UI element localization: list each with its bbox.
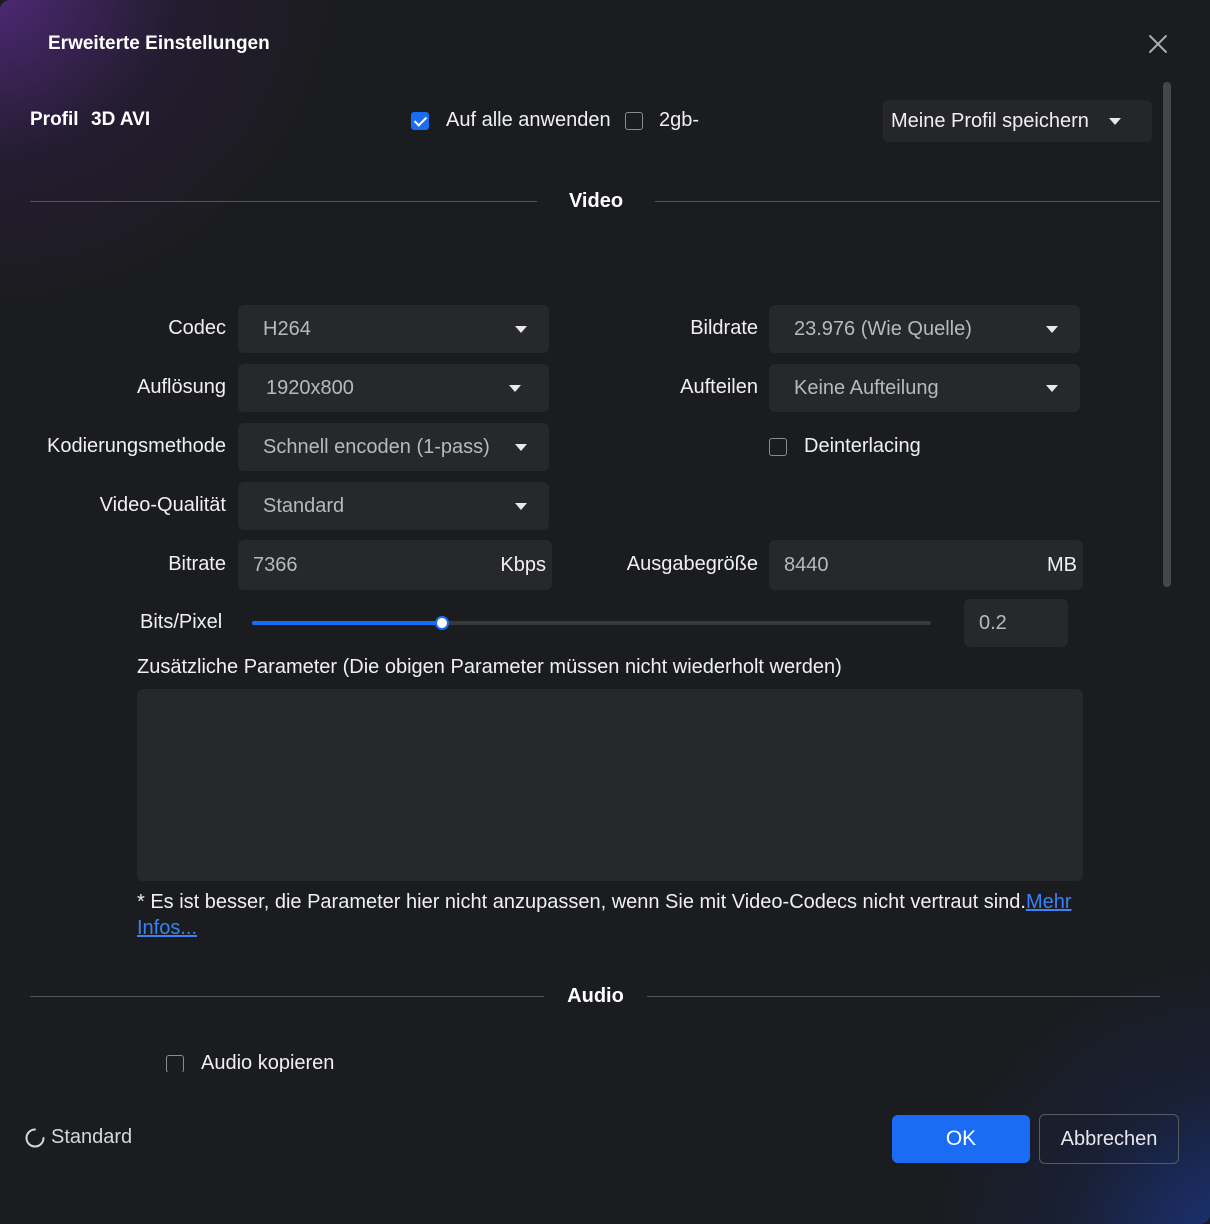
- profile-name: 3D AVI: [91, 109, 151, 130]
- profile-label: Profil: [30, 109, 79, 130]
- output-size-value: 8440: [784, 554, 829, 576]
- resolution-value: 1920x800: [266, 377, 354, 399]
- encoding-method-select[interactable]: Schnell encoden (1-pass): [238, 423, 549, 471]
- bitrate-label: Bitrate: [168, 553, 226, 575]
- frame-rate-value: 23.976 (Wie Quelle): [794, 318, 972, 340]
- frame-rate-label: Bildrate: [690, 317, 758, 339]
- save-profile-label: Meine Profil speichern: [891, 110, 1089, 132]
- encoding-method-value: Schnell encoden (1-pass): [263, 436, 490, 458]
- bitrate-input[interactable]: 7366 Kbps: [238, 540, 552, 590]
- bits-per-pixel-label: Bits/Pixel: [140, 611, 223, 633]
- codec-note: * Es ist besser, die Parameter hier nich…: [137, 889, 1077, 941]
- note-text: * Es ist besser, die Parameter hier nich…: [137, 891, 1026, 913]
- encoding-method-label: Kodierungsmethode: [46, 435, 226, 457]
- resolution-select[interactable]: 1920x800: [238, 364, 549, 412]
- split-value: Keine Aufteilung: [794, 377, 939, 399]
- section-divider: [655, 201, 1160, 202]
- codec-select[interactable]: H264: [238, 305, 549, 353]
- split-2gb-checkbox[interactable]: [625, 112, 643, 130]
- video-quality-label: Video-Qualität: [99, 494, 226, 516]
- chevron-down-icon: [1046, 385, 1058, 392]
- chevron-down-icon: [509, 385, 521, 392]
- video-quality-select[interactable]: Standard: [238, 482, 549, 530]
- codec-label: Codec: [168, 317, 226, 339]
- dialog-title: Erweiterte Einstellungen: [48, 33, 270, 54]
- section-divider: [647, 996, 1160, 997]
- save-profile-dropdown[interactable]: Meine Profil speichern: [883, 100, 1152, 142]
- split-2gb-label[interactable]: 2gb-: [659, 109, 699, 132]
- output-size-label: Ausgabegröße: [626, 553, 758, 575]
- reset-default-button[interactable]: Standard: [25, 1126, 133, 1149]
- bitrate-unit: Kbps: [500, 554, 546, 576]
- frame-rate-select[interactable]: 23.976 (Wie Quelle): [769, 305, 1080, 353]
- resolution-label: Auflösung: [137, 376, 226, 398]
- codec-value: H264: [263, 318, 311, 340]
- apply-all-label[interactable]: Auf alle anwenden: [446, 109, 611, 132]
- audio-section-title: Audio: [567, 985, 624, 1007]
- bits-per-pixel-value[interactable]: 0.2: [964, 599, 1068, 647]
- split-label: Aufteilen: [680, 376, 758, 398]
- video-quality-value: Standard: [263, 495, 345, 517]
- section-divider: [30, 201, 537, 202]
- output-size-input[interactable]: 8440 MB: [769, 540, 1083, 590]
- chevron-down-icon: [1046, 326, 1058, 333]
- copy-audio-label[interactable]: Audio kopieren: [201, 1052, 334, 1072]
- section-divider: [30, 996, 544, 997]
- cancel-button[interactable]: Abbrechen: [1039, 1114, 1179, 1164]
- deinterlacing-checkbox[interactable]: [769, 438, 787, 456]
- ok-button[interactable]: OK: [892, 1115, 1030, 1163]
- bitrate-value: 7366: [253, 554, 298, 576]
- apply-all-checkbox[interactable]: [411, 112, 429, 130]
- reset-default-label: Standard: [51, 1126, 133, 1148]
- close-icon[interactable]: [1146, 32, 1170, 56]
- copy-audio-checkbox[interactable]: [166, 1055, 184, 1072]
- split-select[interactable]: Keine Aufteilung: [769, 364, 1080, 412]
- slider-thumb[interactable]: [435, 616, 449, 630]
- deinterlacing-label[interactable]: Deinterlacing: [804, 435, 921, 458]
- chevron-down-icon: [1109, 118, 1121, 125]
- audio-row-clip: Audio kopieren: [0, 1040, 1160, 1072]
- extra-params-textarea[interactable]: [137, 689, 1083, 881]
- chevron-down-icon: [515, 503, 527, 510]
- advanced-settings-dialog: Erweiterte Einstellungen Profil 3D AVI A…: [0, 0, 1210, 1224]
- chevron-down-icon: [515, 444, 527, 451]
- output-size-unit: MB: [1047, 554, 1077, 576]
- slider-fill: [252, 621, 442, 625]
- chevron-down-icon: [515, 326, 527, 333]
- scrollbar-thumb[interactable]: [1163, 82, 1171, 587]
- extra-params-label: Zusätzliche Parameter (Die obigen Parame…: [137, 656, 842, 678]
- refresh-icon: [25, 1128, 45, 1148]
- video-section-title: Video: [568, 190, 624, 212]
